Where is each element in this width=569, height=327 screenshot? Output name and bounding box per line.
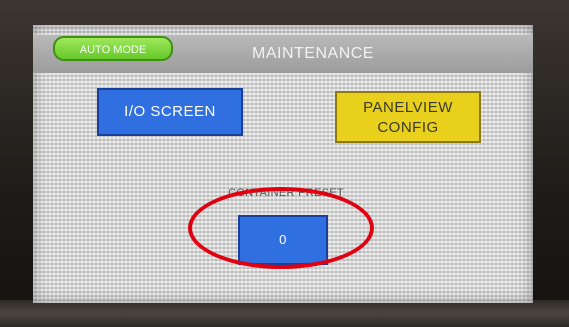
io-screen-button[interactable]: I/O SCREEN	[97, 88, 243, 136]
panelview-config-line1: PANELVIEW	[363, 99, 453, 116]
bezel-lower-edge	[0, 300, 569, 327]
red-highlight-circle	[188, 187, 374, 269]
auto-mode-button[interactable]: AUTO MODE	[53, 36, 173, 61]
panelview-config-button[interactable]: PANELVIEW CONFIG	[335, 91, 481, 143]
panelview-config-line2: CONFIG	[377, 119, 439, 136]
